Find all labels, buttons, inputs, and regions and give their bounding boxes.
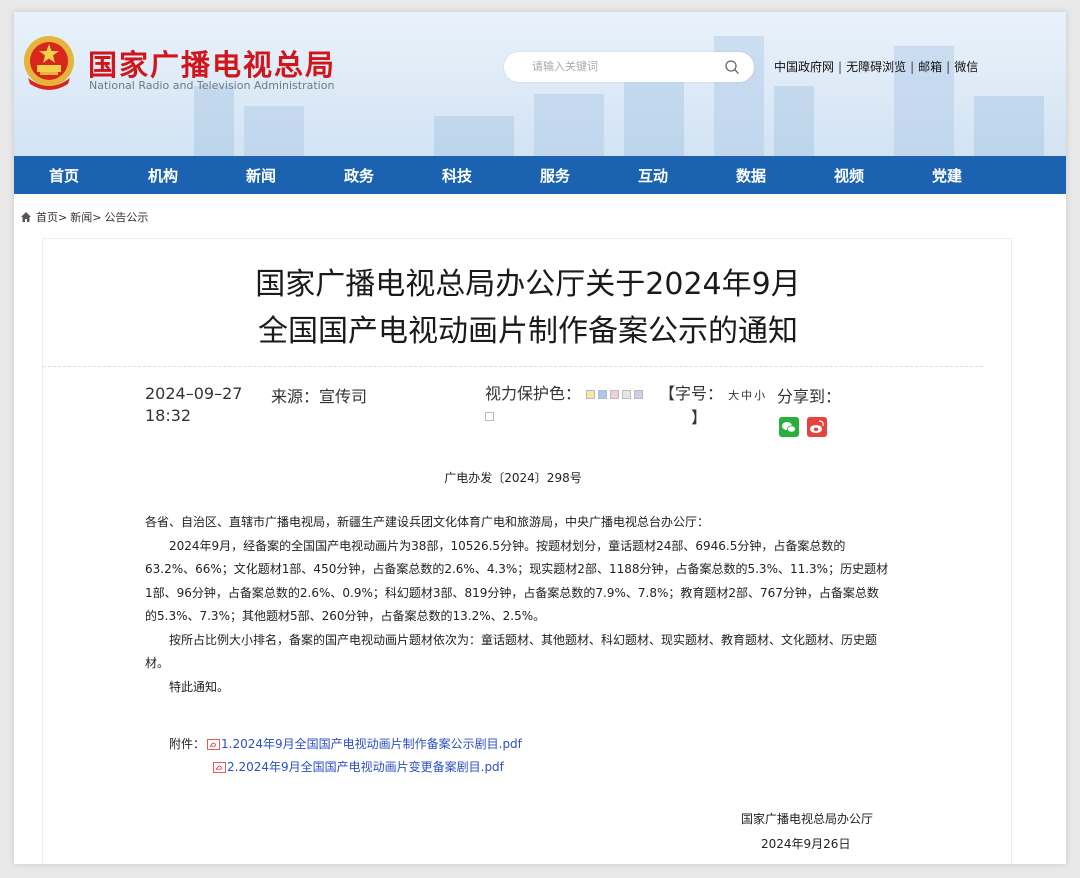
breadcrumb-news[interactable]: 新闻>	[70, 209, 101, 225]
nav-item-interaction[interactable]: 互动	[604, 165, 702, 186]
link-wechat[interactable]: 微信	[954, 60, 978, 74]
font-size-small[interactable]: 小	[754, 389, 765, 402]
national-emblem-icon[interactable]	[22, 34, 76, 92]
header-background-building	[534, 94, 604, 156]
color-swatch-blue[interactable]	[598, 390, 608, 399]
header-background-building	[774, 86, 814, 156]
body-paragraph: 特此通知。	[169, 679, 230, 694]
breadcrumb-announcements[interactable]: 公告公示	[104, 209, 148, 225]
nav-item-home[interactable]: 首页	[14, 165, 114, 186]
search-icon[interactable]	[724, 59, 740, 75]
link-separator: |	[838, 60, 843, 74]
article-panel: 国家广播电视总局办公厅关于2024年9月 全国国产电视动画片制作备案公示的通知 …	[42, 238, 1012, 864]
top-links: 中国政府网 | 无障碍浏览 | 邮箱 | 微信	[774, 58, 978, 75]
nav-item-services[interactable]: 服务	[506, 165, 604, 186]
site-subtitle: National Radio and Television Administra…	[89, 79, 335, 92]
color-swatch-pink[interactable]	[610, 390, 620, 399]
link-gov-portal[interactable]: 中国政府网	[774, 60, 834, 74]
color-swatch-gray[interactable]	[622, 390, 632, 399]
link-accessibility[interactable]: 无障碍浏览	[846, 60, 906, 74]
attachments-label: 附件：	[169, 737, 206, 751]
search-input[interactable]	[524, 57, 714, 77]
link-mailbox[interactable]: 邮箱	[918, 60, 942, 74]
header-background-building	[194, 86, 234, 156]
nav-item-party[interactable]: 党建	[898, 165, 996, 186]
nav-item-government-affairs[interactable]: 政务	[310, 165, 408, 186]
font-size-label-close: 】	[691, 408, 708, 427]
font-size-label-open: 【字号：	[659, 384, 724, 403]
nav-item-video[interactable]: 视频	[800, 165, 898, 186]
link-separator: |	[910, 60, 915, 74]
body-paragraph: 2024年9月，经备案的全国国产电视动画片为38部，10526.5分钟。按题材划…	[145, 538, 889, 624]
article-title-line: 国家广播电视总局办公厅关于2024年9月	[255, 267, 801, 302]
breadcrumb-home[interactable]: 首页>	[36, 209, 67, 225]
signature-date: 2024年9月26日	[761, 837, 851, 851]
header-background-building	[974, 96, 1044, 156]
font-size-control: 【字号： 大中小 】	[659, 383, 775, 429]
body-paragraph: 各省、自治区、直辖市广播电视局，新疆生产建设兵团文化体育广电和旅游局，中央广播电…	[145, 515, 710, 529]
share-label: 分享到：	[777, 387, 842, 406]
font-size-medium[interactable]: 中	[741, 389, 752, 402]
article-source: 来源：宣传司	[271, 387, 368, 406]
color-swatch-white[interactable]	[485, 412, 494, 421]
search-box	[504, 52, 754, 82]
pdf-icon	[207, 739, 220, 750]
attachment-row: 附件： 1.2024年9月全国国产电视动画片制作备案公示剧目.pdf	[169, 733, 522, 756]
main-nav: 首页 机构 新闻 政务 科技 服务 互动 数据 视频 党建	[14, 156, 1066, 194]
home-icon[interactable]	[20, 211, 32, 223]
nav-item-news[interactable]: 新闻	[212, 165, 310, 186]
nav-item-technology[interactable]: 科技	[408, 165, 506, 186]
color-swatch-yellow[interactable]	[586, 390, 596, 399]
link-separator: |	[946, 60, 951, 74]
vision-protection-colors: 视力保护色：	[485, 383, 655, 427]
article-title: 国家广播电视总局办公厅关于2024年9月 全国国产电视动画片制作备案公示的通知	[43, 261, 1013, 355]
wechat-icon[interactable]	[779, 417, 799, 437]
article-body: 各省、自治区、直辖市广播电视局，新疆生产建设兵团文化体育广电和旅游局，中央广播电…	[145, 511, 890, 699]
header-background-building	[244, 106, 304, 156]
pdf-icon	[213, 762, 226, 773]
weibo-icon[interactable]	[807, 417, 827, 437]
font-size-large[interactable]: 大	[728, 389, 739, 402]
signature-organization: 国家广播电视总局办公厅	[741, 812, 874, 826]
article-title-line: 全国国产电视动画片制作备案公示的通知	[258, 314, 798, 349]
title-divider	[43, 366, 983, 367]
color-swatch-purple[interactable]	[634, 390, 644, 399]
browser-frame: 国家广播电视总局 National Radio and Television A…	[14, 12, 1066, 864]
header-background-building	[434, 116, 514, 156]
breadcrumb: 首页> 新闻> 公告公示	[20, 209, 151, 225]
site-title[interactable]: 国家广播电视总局	[88, 42, 336, 84]
vision-label: 视力保护色：	[485, 384, 582, 403]
publish-date: 2024–09–27 18:32	[145, 384, 243, 425]
attachment-link[interactable]: 1.2024年9月全国国产电视动画片制作备案公示剧目.pdf	[221, 733, 522, 756]
nav-item-organization[interactable]: 机构	[114, 165, 212, 186]
nav-item-data[interactable]: 数据	[702, 165, 800, 186]
attachment-row: 2.2024年9月全国国产电视动画片变更备案剧目.pdf	[169, 756, 522, 779]
attachment-link[interactable]: 2.2024年9月全国国产电视动画片变更备案剧目.pdf	[227, 756, 504, 779]
attachments: 附件： 1.2024年9月全国国产电视动画片制作备案公示剧目.pdf 2.202…	[169, 733, 522, 779]
site-header: 国家广播电视总局 National Radio and Television A…	[14, 12, 1066, 156]
body-paragraph: 按所占比例大小排名，备案的国产电视动画片题材依次为：童话题材、其他题材、科幻题材…	[145, 632, 878, 671]
document-number: 广电办发〔2024〕298号	[444, 471, 582, 485]
